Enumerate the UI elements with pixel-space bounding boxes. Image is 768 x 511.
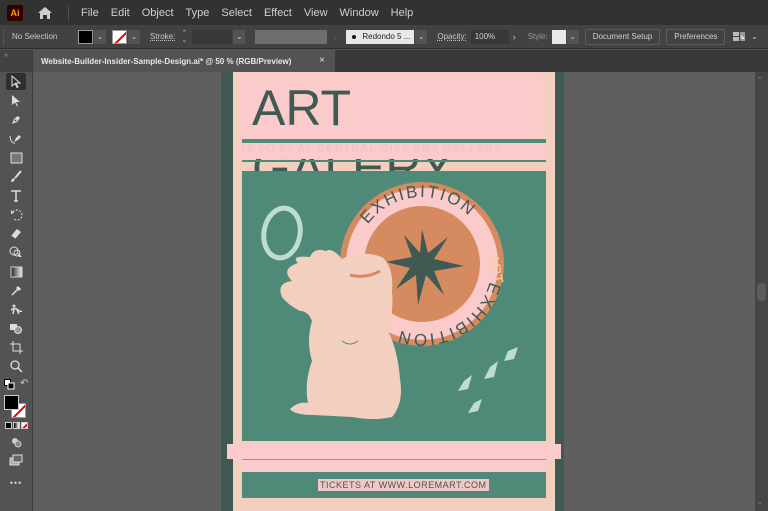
menu-effect[interactable]: Effect	[264, 7, 292, 19]
canvas[interactable]: ART GALERY 15 TO 22 AT CENTRAL CITY ART …	[33, 72, 755, 511]
document-tab-bar: Website-Builder-Insider-Sample-Design.ai…	[33, 50, 768, 72]
menu-separator	[68, 4, 69, 21]
menu-edit[interactable]: Edit	[111, 7, 130, 19]
style-label: Style:	[527, 32, 548, 41]
zoom-tool-icon[interactable]	[6, 358, 26, 375]
variable-width-dropdown: ⌄	[331, 32, 339, 41]
shape-builder-tool-icon[interactable]	[6, 244, 26, 261]
puppet-warp-tool-icon[interactable]	[6, 301, 26, 318]
vertical-scrollbar[interactable]: ⌃ ⌄	[755, 72, 768, 511]
tools-panel: » ↶ •••	[0, 50, 33, 511]
screen-mode-icon[interactable]	[6, 451, 26, 468]
live-paint-tool-icon[interactable]	[6, 320, 26, 337]
selection-tool-icon[interactable]	[6, 73, 26, 90]
ticket-panel[interactable]: TICKETS AT WWW.LOREMART.COM	[242, 472, 546, 498]
close-tab-icon[interactable]: ×	[319, 55, 325, 66]
document-tab[interactable]: Website-Builder-Insider-Sample-Design.ai…	[33, 50, 335, 72]
info-band-bottom[interactable]	[242, 460, 546, 472]
collapse-icon[interactable]: »	[4, 52, 8, 59]
brush-dropdown[interactable]: ⌄	[415, 29, 428, 44]
edit-toolbar-icon[interactable]: •••	[6, 474, 26, 491]
graphic-style-swatch[interactable]	[551, 29, 566, 44]
type-tool-icon[interactable]	[6, 187, 26, 204]
fill-swatch[interactable]	[78, 29, 93, 44]
fill-dropdown[interactable]: ⌄	[94, 29, 106, 44]
document-tab-title: Website-Builder-Insider-Sample-Design.ai…	[41, 56, 292, 66]
artwork-panel[interactable]: EXHIBITION EXHIBITION ART ART	[242, 171, 546, 441]
gradient-mode-icon[interactable]	[13, 422, 20, 429]
selection-status: No Selection	[12, 32, 58, 41]
artwork-illustration: EXHIBITION EXHIBITION ART ART	[261, 182, 518, 419]
moon-ring-icon	[261, 205, 303, 261]
title-band[interactable]: ART GALERY	[240, 74, 542, 196]
preferences-button[interactable]: Preferences	[666, 28, 726, 45]
gradient-tool-icon[interactable]	[6, 263, 26, 280]
stroke-label[interactable]: Stroke:	[150, 32, 175, 41]
fill-indicator[interactable]	[4, 395, 19, 410]
shard-2	[484, 361, 498, 379]
menu-select[interactable]: Select	[221, 7, 252, 19]
menu-type[interactable]: Type	[186, 7, 210, 19]
subtitle-underline[interactable]	[242, 160, 546, 162]
arrange-documents-dropdown[interactable]: ⌄	[748, 30, 760, 44]
figure-illustration	[280, 249, 401, 419]
pen-tool-icon[interactable]	[6, 111, 26, 128]
bleed-guide-left	[221, 72, 222, 511]
brush-name: Redondo 5 ...	[362, 32, 411, 41]
rotate-tool-icon[interactable]	[6, 206, 26, 223]
brush-definition[interactable]: Redondo 5 ...	[346, 29, 415, 44]
none-mode-icon[interactable]	[21, 422, 28, 429]
curvature-tool-icon[interactable]	[6, 130, 26, 147]
poster-subtitle[interactable]: 15 TO 22 AT CENTRAL CITY ART GALLERY	[240, 143, 502, 155]
drawing-modes-icon[interactable]	[6, 435, 26, 449]
default-colors-row: ↶	[0, 377, 32, 395]
direct-selection-tool-icon[interactable]	[6, 92, 26, 109]
variable-width-profile[interactable]	[255, 29, 328, 44]
stroke-weight-input[interactable]	[192, 29, 233, 44]
document-setup-button[interactable]: Document Setup	[584, 28, 661, 45]
stroke-weight-stepper[interactable]: ⌃ ⌄	[178, 30, 190, 44]
color-mode-icon[interactable]	[5, 422, 12, 429]
stroke-color-dropdown[interactable]: ⌄	[128, 29, 140, 44]
artboard-tool-icon[interactable]	[6, 339, 26, 356]
subtitle-band[interactable]: 15 TO 22 AT CENTRAL CITY ART GALLERY	[238, 143, 548, 159]
opacity-input[interactable]: 100%	[470, 29, 509, 44]
default-fill-stroke-icon[interactable]	[4, 379, 15, 390]
info-band-top[interactable]	[227, 444, 561, 459]
opacity-label[interactable]: Opacity:	[437, 32, 466, 41]
brush-dot-icon	[352, 34, 357, 39]
menu-file[interactable]: File	[81, 7, 99, 19]
menu-bar: Ai File Edit Object Type Select Effect V…	[0, 0, 768, 25]
graphic-style-dropdown[interactable]: ⌄	[566, 29, 579, 44]
stroke-swatch[interactable]	[112, 29, 127, 44]
menu-help[interactable]: Help	[391, 7, 414, 19]
eraser-tool-icon[interactable]	[6, 225, 26, 242]
scrollbar-thumb[interactable]	[757, 283, 766, 301]
swap-fill-stroke-icon[interactable]: ↶	[20, 378, 28, 389]
shard-3	[458, 375, 472, 391]
control-bar: No Selection ⌄ ⌄ Stroke: ⌃ ⌄ ⌄ ⌄ Redondo …	[0, 25, 768, 49]
home-icon[interactable]	[37, 6, 53, 20]
bleed-guide-right	[563, 72, 564, 511]
paintbrush-tool-icon[interactable]	[6, 168, 26, 185]
stroke-weight-dropdown[interactable]: ⌄	[233, 29, 246, 44]
eyedropper-tool-icon[interactable]	[6, 282, 26, 299]
scroll-up-icon[interactable]: ⌃	[757, 76, 763, 84]
arrange-documents-icon[interactable]	[733, 31, 747, 43]
rectangle-tool-icon[interactable]	[6, 149, 26, 166]
artboard-poster[interactable]: ART GALERY 15 TO 22 AT CENTRAL CITY ART …	[227, 72, 561, 511]
panel-grip[interactable]	[3, 28, 5, 45]
fill-stroke-indicator	[0, 395, 32, 418]
menu-object[interactable]: Object	[142, 7, 174, 19]
tickets-text[interactable]: TICKETS AT WWW.LOREMART.COM	[318, 479, 489, 491]
tools-panel-header[interactable]: »	[0, 50, 32, 72]
illustrator-logo: Ai	[7, 4, 23, 21]
menu-window[interactable]: Window	[340, 7, 379, 19]
menu-view[interactable]: View	[304, 7, 328, 19]
shard-1	[504, 347, 518, 361]
shard-4	[468, 399, 482, 413]
scroll-down-icon[interactable]: ⌄	[757, 498, 763, 506]
color-mode-row	[0, 420, 32, 434]
opacity-expand-icon[interactable]: ›	[513, 32, 516, 42]
